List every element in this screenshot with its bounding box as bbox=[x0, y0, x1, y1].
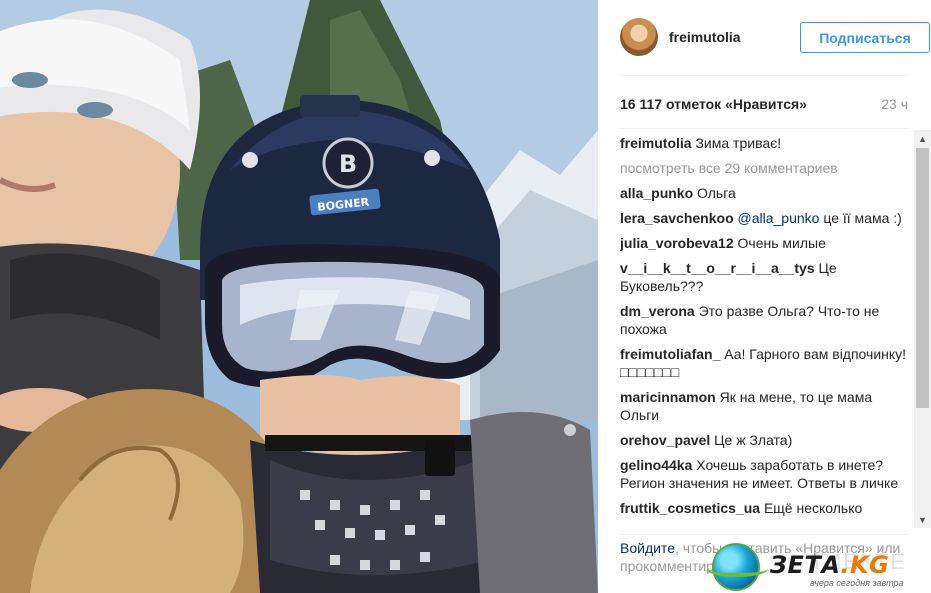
comment-item: julia_vorobeva12 Очень милые bbox=[620, 234, 908, 252]
comment-user[interactable]: julia_vorobeva12 bbox=[620, 235, 734, 251]
comments-scrollbar[interactable]: ▲ ▼ bbox=[914, 130, 931, 528]
comment-user[interactable]: fruttik_cosmetics_ua bbox=[620, 500, 760, 516]
comment-text: Зима триває! bbox=[695, 135, 782, 151]
comment-item: gelino44ka Хочешь заработать в инете? Ре… bbox=[620, 456, 908, 492]
post-header: freimutolia Подписаться bbox=[620, 16, 930, 76]
comment-user[interactable]: maricinnamon bbox=[620, 389, 716, 405]
comment-text: Очень милые bbox=[737, 235, 826, 251]
comments-list: freimutolia Зима триває! посмотреть все … bbox=[620, 134, 908, 528]
swoosh-icon bbox=[706, 561, 768, 577]
comment-user[interactable]: freimutolia bbox=[620, 135, 692, 151]
post-username[interactable]: freimutolia bbox=[669, 29, 741, 45]
watermark-brand-suffix: .KG bbox=[840, 551, 890, 579]
comment-user[interactable]: freimutoliafan_ bbox=[620, 346, 720, 362]
comment-mention[interactable]: @alla_punko bbox=[738, 210, 820, 226]
comment-user[interactable]: gelino44ka bbox=[620, 457, 692, 473]
comment-item: maricinnamon Як на мене, то це мама Ольг… bbox=[620, 388, 908, 424]
helmet-logo: B bbox=[339, 150, 357, 178]
comment-item: alla_punko Ольга bbox=[620, 184, 908, 202]
comment-item: v__i__k__t__o__r__i__a__tys Це Буковель?… bbox=[620, 259, 908, 295]
watermark-brand: ЗЕТА.KG bbox=[770, 551, 889, 579]
likes-row: 16 117 отметок «Нравится» 23 ч bbox=[620, 96, 908, 116]
site-watermark: ТИЕКТЕ ЗЕТА.KG вчера сегодня завтра bbox=[706, 541, 931, 593]
comment-user[interactable]: alla_punko bbox=[620, 185, 693, 201]
view-all-comments-link[interactable]: посмотреть все 29 комментариев bbox=[620, 159, 908, 177]
caption: freimutolia Зима триває! bbox=[620, 134, 908, 152]
comment-item: freimutoliafan_ Аа! Гарного вам відпочин… bbox=[620, 345, 908, 381]
comment-item: fruttik_cosmetics_ua Ещё несколько bbox=[620, 499, 908, 517]
photo-illustration: B BOGNER bbox=[0, 0, 598, 593]
scroll-up-icon[interactable]: ▲ bbox=[914, 130, 931, 147]
comment-text: це її мама :) bbox=[823, 210, 902, 226]
comment-user[interactable]: v__i__k__t__o__r__i__a__tys bbox=[620, 260, 815, 276]
scrollbar-thumb[interactable] bbox=[916, 148, 929, 408]
post-sidebar: freimutolia Подписаться 16 117 отметок «… bbox=[598, 0, 931, 593]
comment-text: Це ж Злата) bbox=[714, 432, 793, 448]
comment-user[interactable]: dm_verona bbox=[620, 303, 695, 319]
post-photo[interactable]: B BOGNER bbox=[0, 0, 598, 593]
comment-text: Ольга bbox=[697, 185, 736, 201]
comment-item: lera_savchenkoo @alla_punko це її мама :… bbox=[620, 209, 908, 227]
divider bbox=[620, 128, 908, 129]
likes-count[interactable]: 16 117 отметок «Нравится» bbox=[620, 96, 807, 112]
comment-text: Ещё несколько bbox=[763, 500, 863, 516]
comment-user[interactable]: orehov_pavel bbox=[620, 432, 710, 448]
comment-item: dm_verona Это разве Ольга? Что-то не пох… bbox=[620, 302, 908, 338]
login-link[interactable]: Войдите bbox=[620, 540, 675, 556]
watermark-brand-name: ЗЕТА bbox=[770, 551, 841, 579]
follow-button[interactable]: Подписаться bbox=[800, 22, 930, 53]
scroll-down-icon[interactable]: ▼ bbox=[914, 511, 931, 528]
avatar[interactable] bbox=[620, 18, 658, 56]
comment-user[interactable]: lera_savchenkoo bbox=[620, 210, 734, 226]
post-time[interactable]: 23 ч bbox=[881, 96, 908, 112]
watermark-tagline: вчера сегодня завтра bbox=[810, 578, 904, 588]
comment-item: orehov_pavel Це ж Злата) bbox=[620, 431, 908, 449]
